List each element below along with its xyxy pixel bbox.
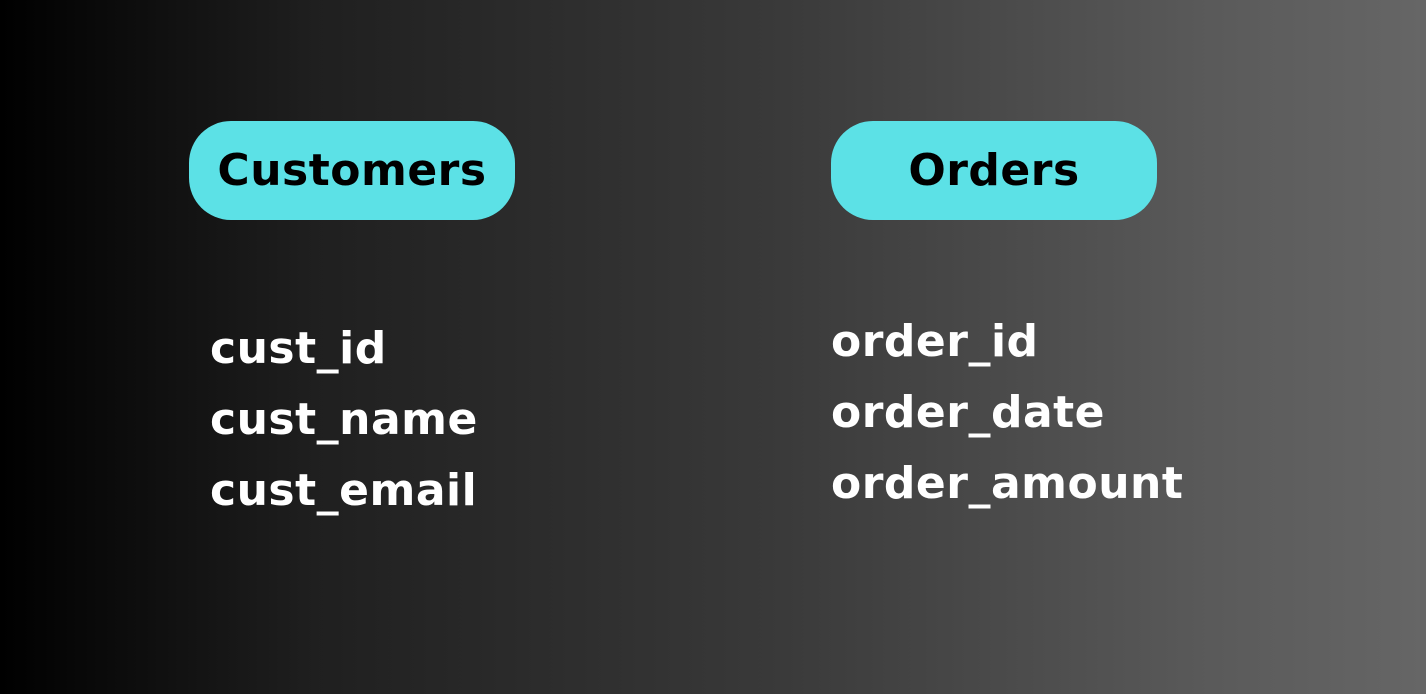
customers-field-cust-name: cust_name — [210, 394, 478, 445]
orders-field-order-date: order_date — [831, 387, 1106, 438]
orders-table: Orders order_id order_date order_amount — [831, 121, 1183, 509]
customers-table: Customers cust_id cust_name cust_email — [189, 121, 515, 516]
customers-table-header: Customers — [189, 121, 515, 220]
customers-field-cust-id: cust_id — [210, 323, 387, 374]
orders-table-header: Orders — [831, 121, 1157, 220]
customers-field-cust-email: cust_email — [210, 465, 478, 516]
orders-field-order-id: order_id — [831, 316, 1039, 367]
orders-field-order-amount: order_amount — [831, 458, 1184, 509]
orders-field-list: order_id order_date order_amount — [831, 306, 1183, 519]
customers-field-list: cust_id cust_name cust_email — [210, 313, 478, 526]
